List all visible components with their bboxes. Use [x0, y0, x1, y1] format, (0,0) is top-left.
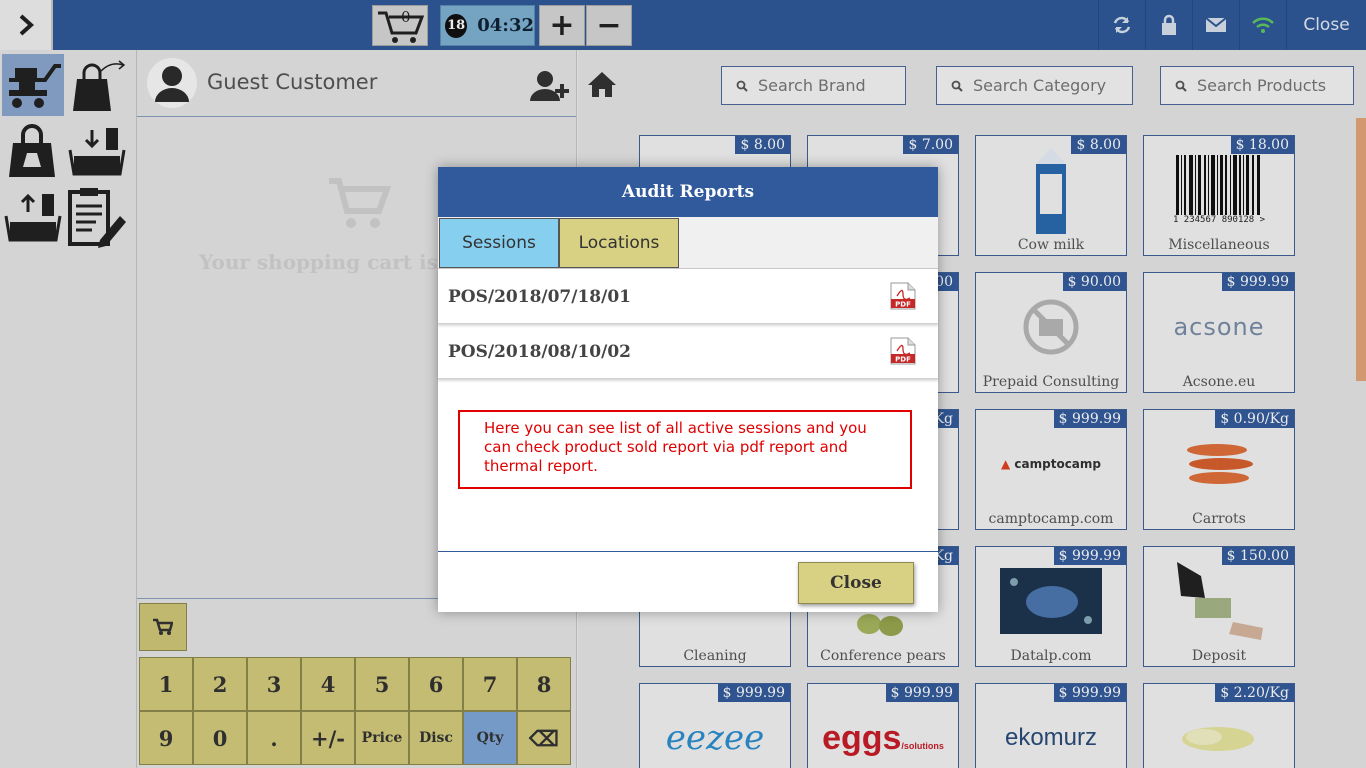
tab-locations[interactable]: Locations: [559, 218, 679, 268]
session-report-row[interactable]: POS/2018/07/18/01 PDF: [438, 269, 938, 324]
pdf-report-button[interactable]: PDF: [890, 337, 916, 369]
session-reference: POS/2018/07/18/01: [448, 287, 631, 307]
pdf-icon: PDF: [890, 282, 916, 310]
dialog-footer: Close: [438, 551, 938, 612]
pdf-icon: PDF: [890, 337, 916, 365]
audit-reports-dialog: Audit Reports Sessions Locations POS/201…: [438, 167, 938, 612]
close-dialog-button[interactable]: Close: [798, 562, 914, 604]
session-reference: POS/2018/08/10/02: [448, 342, 631, 362]
dialog-tabs: Sessions Locations: [438, 217, 938, 269]
pdf-label: PDF: [895, 301, 911, 309]
tab-sessions[interactable]: Sessions: [439, 218, 559, 268]
session-report-row[interactable]: POS/2018/08/10/02 PDF: [438, 324, 938, 379]
dialog-title: Audit Reports: [438, 167, 938, 217]
help-hint-box: Here you can see list of all active sess…: [458, 410, 912, 489]
pdf-label: PDF: [895, 356, 911, 364]
pdf-report-button[interactable]: PDF: [890, 282, 916, 314]
